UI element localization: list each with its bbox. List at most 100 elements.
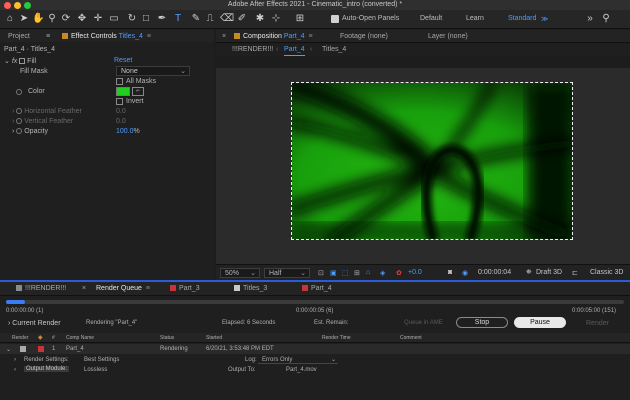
resolution-dropdown[interactable]: Half ⌄ [264,268,310,278]
extended-viewer-icon[interactable]: ⊏ [572,269,578,277]
tab-swatch [16,285,22,291]
pause-button[interactable]: Pause [514,317,566,328]
orbit-camera-icon[interactable]: ⟳ [60,13,72,25]
tab-composition[interactable]: Composition Part_4 ≡ [234,30,313,43]
exposure-value[interactable]: +0.0 [408,269,422,276]
workspace-default[interactable]: Default [420,15,442,22]
horizontal-feather-value[interactable]: 0.0 [116,108,126,115]
color-swatch[interactable] [116,87,130,96]
workspace-standard[interactable]: Standard [508,15,536,22]
type-tool-icon[interactable]: T [172,13,184,25]
clone-stamp-icon[interactable]: ⎍ [204,13,216,25]
tab-titles3[interactable]: Titles_3 [234,282,267,296]
item-started: 6/20/21, 3:53:48 PM EDT [206,346,274,352]
hand-tool-icon[interactable]: ✋ [32,13,44,25]
col-comment[interactable]: Comment [400,335,422,341]
transparency-grid-icon[interactable]: ▣ [330,269,337,277]
menu-icon[interactable]: ≡ [146,285,150,292]
tab-render-comp[interactable]: !!!RENDER!!! [16,282,66,296]
preview-timecode[interactable]: 0:00:00:04 [478,269,511,276]
workspace-menu-icon[interactable]: ≫ [541,15,548,23]
col-render[interactable]: Render [12,335,28,341]
channel-icon[interactable]: ◈ [380,269,385,277]
show-snapshot-icon[interactable]: ◉ [462,269,468,277]
item-label-color[interactable] [38,346,44,352]
region-of-interest-icon[interactable]: ⬚ [342,269,349,277]
vertical-feather-label[interactable]: › Vertical Feather [12,118,73,125]
composition-viewer-controls: 50% ⌄ Half ⌄ ⊡ ▣ ⬚ ⊞ ⌂ ◈ ✿ +0.0 ◙ ◉ 0:00:0… [216,264,630,280]
zoom-dropdown[interactable]: 50% ⌄ [220,268,260,278]
mask-rectangle-icon[interactable]: ▭ [108,13,120,25]
opacity-value-wrap[interactable]: 100.0% [116,128,140,135]
tab-close-icon[interactable]: × [82,282,86,296]
eyedropper-icon[interactable]: ⌐ [132,87,144,96]
output-module-value[interactable]: Lossless [84,367,107,373]
auto-open-panels-checkbox[interactable] [331,15,339,23]
tab-footage[interactable]: Footage (none) [340,30,388,43]
log-dropdown[interactable]: Errors Only ⌄ [258,356,338,364]
vertical-feather-value[interactable]: 0.0 [116,118,126,125]
invert-checkbox[interactable] [116,98,123,105]
zoom-tool-icon[interactable]: ⚲ [46,13,58,25]
col-comp-name[interactable]: Comp Name [66,335,94,341]
shape-tool-icon[interactable]: □ [140,13,152,25]
col-started[interactable]: Started [206,335,222,341]
draft-3d-label[interactable]: Draft 3D [536,269,562,276]
fill-mask-dropdown[interactable]: None ⌄ [116,66,190,76]
render-button[interactable]: Render [586,320,609,327]
tab-composition-close[interactable]: × [222,30,226,43]
classic-3d-label[interactable]: Classic 3D [590,269,623,276]
expand-settings-icon[interactable]: › [14,357,16,363]
puppet-pin-icon[interactable]: ✱ [254,13,266,25]
render-settings-value[interactable]: Best Settings [84,357,119,363]
effect-enable-checkbox[interactable] [19,58,26,64]
brush-tool-icon[interactable]: ✎ [190,13,202,25]
reset-link[interactable]: Reset [114,57,132,64]
tab-part4[interactable]: Part_4 [302,282,332,296]
opacity-label[interactable]: › Opacity [12,128,48,135]
col-status[interactable]: Status [160,335,174,341]
workspace-learn[interactable]: Learn [466,15,484,22]
fx-toggle[interactable]: ⌄ fx Fill [4,57,36,65]
rotation-tool-icon[interactable]: ↻ [126,13,138,25]
expand-item-icon[interactable]: ⌄ [6,346,11,353]
tab-render-queue[interactable]: Render Queue ≡ [96,282,150,296]
horizontal-feather-label[interactable]: › Horizontal Feather [12,108,82,115]
puppet-advanced-icon[interactable]: ⊹ [270,13,282,25]
output-to-value[interactable]: Part_4.mov [286,367,317,373]
roto-brush-icon[interactable]: ✐ [236,13,248,25]
expand-icon[interactable]: » [584,13,596,25]
breadcrumb-render[interactable]: !!!RENDER!!! [232,44,273,56]
eraser-tool-icon[interactable]: ⌫ [220,13,234,25]
snapping-icon[interactable]: ⊞ [294,13,306,25]
tab-part3[interactable]: Part_3 [170,282,200,296]
pan-behind-icon[interactable]: ✥ [76,13,88,25]
breadcrumb-part4[interactable]: Part_4 [284,44,305,56]
stop-button[interactable]: Stop [456,317,508,328]
composition-frame[interactable] [291,82,573,240]
render-checkbox[interactable] [20,346,26,352]
home-icon[interactable]: ⌂ [4,13,16,25]
expand-output-icon[interactable]: › [14,367,16,373]
queue-in-ame-button[interactable]: Queue in AME [404,320,443,326]
draft-3d-icon[interactable]: ⛯ [526,269,532,277]
col-render-time[interactable]: Render Time [322,335,351,341]
color-stopwatch-icon[interactable] [16,89,22,95]
all-masks-checkbox[interactable] [116,78,123,85]
menu-icon[interactable]: ≡ [309,33,313,40]
current-render-toggle[interactable]: › Current Render [8,320,61,327]
anchor-point-icon[interactable]: ✛ [92,13,104,25]
render-queue-item[interactable]: ⌄ 1 Part_4 Rendering 6/20/21, 3:53:48 PM… [0,344,630,354]
selection-tool-icon[interactable]: ➤ [18,13,30,25]
search-help-icon[interactable]: ⚲ [600,13,612,25]
menu-icon[interactable]: ≡ [147,33,151,40]
tab-layer[interactable]: Layer (none) [428,30,468,43]
fast-preview-icon[interactable]: ⊡ [318,269,324,277]
color-management-icon[interactable]: ✿ [396,269,402,277]
col-number[interactable]: # [52,335,55,341]
snapshot-icon[interactable]: ◙ [448,269,452,276]
mask-visibility-icon[interactable]: ⌂ [366,269,370,276]
grid-guides-icon[interactable]: ⊞ [354,269,360,277]
breadcrumb-titles4[interactable]: Titles_4 [322,44,346,56]
pen-tool-icon[interactable]: ✒ [156,13,168,25]
